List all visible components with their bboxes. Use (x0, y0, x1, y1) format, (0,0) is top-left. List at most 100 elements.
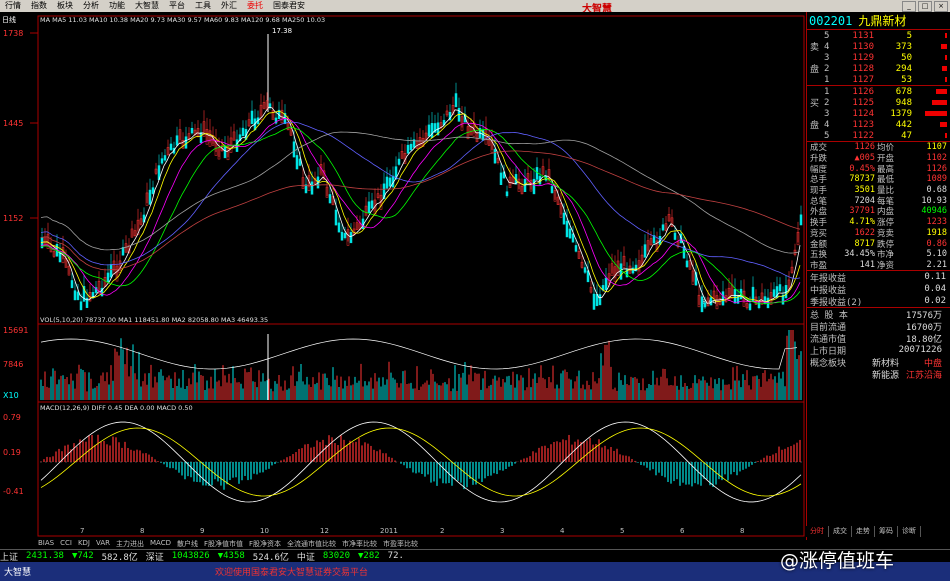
menu-item[interactable]: 功能 (104, 0, 130, 12)
stat-value: 2.21 (926, 259, 947, 270)
order-book-row[interactable]: 3 1124 1379 (807, 108, 950, 119)
stat-value: 37791 (849, 206, 875, 217)
index-value: ▼282 (357, 551, 380, 561)
indicator-tab[interactable]: VAR (96, 539, 110, 549)
stat-value: 3501 (854, 185, 875, 196)
ma-header: MA MA5 11.03 MA10 10.38 MA20 9.73 MA30 9… (40, 16, 325, 24)
order-volume: 948 (895, 97, 912, 108)
kline-chart[interactable]: 日线 MA MA5 11.03 MA10 10.38 MA20 9.73 MA3… (0, 12, 806, 540)
tab-fenshi[interactable]: 分时 (806, 526, 829, 537)
order-book-row[interactable]: 3 1129 50 (807, 52, 950, 63)
order-book-row[interactable]: 盘 2 1128 294 (807, 63, 950, 75)
indicator-tab[interactable]: KDJ (78, 539, 90, 549)
order-price: 1131 (852, 30, 874, 41)
concept-tag[interactable]: 新能源 (872, 368, 899, 381)
index-name[interactable]: 上证 (0, 550, 18, 563)
earnings-row: 季报收益(2) 0.02 (807, 295, 950, 308)
stat-value: 5.10 (926, 249, 947, 260)
x-axis-label: 8 (140, 527, 144, 535)
index-value: 582.8亿 (101, 552, 138, 563)
window-controls: _ □ × (902, 1, 948, 12)
period-label[interactable]: 日线 (2, 15, 16, 24)
order-book-row[interactable]: 盘 4 1123 442 (807, 119, 950, 131)
menu-item[interactable]: 行情 (0, 0, 26, 12)
indicator-tab[interactable]: BIAS (38, 539, 54, 549)
stock-code[interactable]: 002201 (809, 14, 852, 28)
index-name[interactable]: 深证 (146, 550, 164, 563)
order-level: 1 (824, 86, 830, 97)
stat-value: 0.86 (926, 238, 947, 249)
order-volume: 373 (895, 41, 912, 52)
menu-item[interactable]: 大智慧 (130, 0, 164, 12)
order-book-row[interactable]: 5 1122 47 (807, 130, 950, 141)
info-row: 上市日期 20071226 (807, 344, 950, 357)
order-level: 4 (824, 41, 830, 52)
indicator-tabs: BIAS CCI KDJ VAR 主力进出 MACD 散户线 F股净值市值 F股… (38, 539, 806, 549)
index-value: ▼742 (71, 551, 94, 561)
order-level: 4 (824, 119, 830, 130)
menu-item[interactable]: 工具 (190, 0, 216, 12)
macd-y-label: -0.41 (3, 487, 24, 496)
menu-item[interactable]: 分析 (78, 0, 104, 12)
tab-chouma[interactable]: 筹码 (875, 526, 898, 537)
order-volume: 5 (906, 30, 912, 41)
indicator-tab[interactable]: 市净率比较 (342, 539, 377, 549)
indicator-tab[interactable]: 市盈率比较 (383, 539, 418, 549)
order-volume: 47 (901, 130, 912, 141)
order-volume: 1379 (890, 108, 912, 119)
menu-item[interactable]: 指数 (26, 0, 52, 12)
indicator-tab[interactable]: F股净资本 (249, 539, 281, 549)
indicator-tab[interactable]: MACD (150, 539, 171, 549)
index-value: 72. (387, 551, 404, 561)
quote-stats: 成交 1126 均价 1107 升跌 ▲005 开盘 1102 幅度 0.45% 最高 1126 总手 7… (807, 142, 950, 272)
indicator-tab[interactable]: F股净值市值 (204, 539, 243, 549)
order-book-row[interactable]: 买 2 1125 948 (807, 97, 950, 109)
order-book-row[interactable]: 1 1126 678 (807, 86, 950, 97)
order-price: 1126 (852, 86, 874, 97)
tab-zhenduan[interactable]: 诊断 (898, 526, 921, 537)
welcome-message: 欢迎使用国泰君安大智慧证券交易平台 (215, 568, 369, 578)
order-book-row[interactable]: 卖 4 1130 373 (807, 41, 950, 53)
order-price: 1123 (852, 119, 874, 130)
order-book-row[interactable]: 5 1131 5 (807, 30, 950, 41)
right-panel-tabs: 分时 成交 走势 筹码 诊断 (806, 526, 950, 537)
close-icon[interactable]: × (934, 1, 948, 12)
volume-bar (945, 77, 947, 82)
order-level: 5 (824, 130, 830, 141)
info-value: 20071226 (898, 345, 942, 356)
minimize-icon[interactable]: _ (902, 1, 916, 12)
order-volume: 294 (895, 63, 912, 74)
stat-value: 0.68 (926, 185, 947, 196)
menu-item[interactable]: 国泰君安 (268, 0, 310, 12)
chart-canvas[interactable]: 日线 MA MA5 11.03 MA10 10.38 MA20 9.73 MA3… (0, 12, 806, 540)
indicator-tab[interactable]: 全流通市值比较 (287, 539, 336, 549)
vol-y-label: 15691 (3, 326, 28, 335)
indicator-tab[interactable]: 散户线 (177, 539, 198, 549)
tab-zoushi[interactable]: 走势 (852, 526, 875, 537)
info-label: 概念板块 (810, 358, 847, 369)
order-price: 1130 (852, 41, 874, 52)
earnings-value: 0.11 (924, 272, 946, 283)
stat-row: 市盈 141 净资 2.21 (807, 260, 950, 271)
menu-bar: 行情 指数 板块 分析 功能 大智慧 平台 工具 外汇 委托 国泰君安 (0, 0, 950, 12)
indicator-tab[interactable]: CCI (60, 539, 72, 549)
order-book-row[interactable]: 1 1127 53 (807, 74, 950, 85)
stat-value: ▲005 (854, 153, 875, 164)
concept-tag[interactable]: 江苏沿海 (906, 368, 942, 381)
index-name[interactable]: 中证 (297, 550, 315, 563)
info-row: 新能源 江苏沿海 (807, 368, 950, 381)
x-axis-label: 2011 (380, 527, 398, 535)
menu-item[interactable]: 平台 (164, 0, 190, 12)
maximize-icon[interactable]: □ (918, 1, 932, 12)
y-label: 1445 (3, 119, 23, 128)
menu-item[interactable]: 外汇 (216, 0, 242, 12)
info-value: 18.80亿 (905, 334, 942, 345)
x-axis-label: 6 (680, 527, 685, 535)
macd-y-label: 0.19 (3, 448, 21, 457)
order-price: 1125 (852, 97, 874, 108)
stat-value: 0.45% (849, 163, 875, 174)
indicator-tab[interactable]: 主力进出 (116, 539, 144, 549)
menu-item-active[interactable]: 委托 (242, 0, 268, 12)
tab-chengjiao[interactable]: 成交 (829, 526, 852, 537)
menu-item[interactable]: 板块 (52, 0, 78, 12)
